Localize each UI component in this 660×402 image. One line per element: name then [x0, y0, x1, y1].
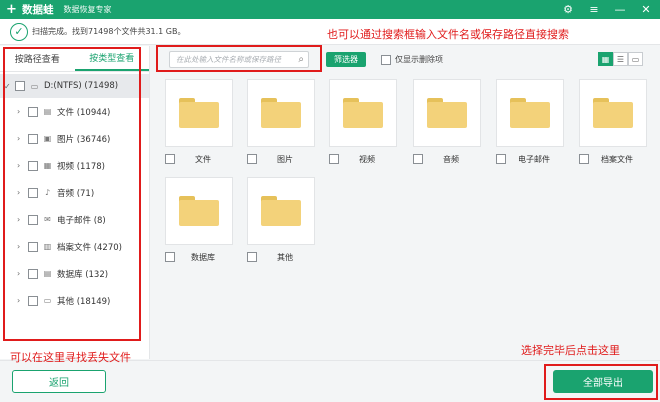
folder-icon: [343, 98, 383, 128]
annotation-search-hint: 也可以通过搜索框输入文件名或保存路径直接搜索: [327, 28, 569, 41]
folder-tile-documents[interactable]: 文件: [153, 79, 233, 165]
folder-thumbnail[interactable]: [247, 177, 315, 245]
only-deleted-toggle[interactable]: 仅显示删除项: [381, 54, 443, 65]
checkbox[interactable]: [381, 54, 391, 65]
title-bar: + 数据蛙 数据恢复专家 ⚙ ≡ — ✕: [0, 0, 660, 19]
app-name: 数据蛙: [22, 4, 54, 16]
annotation-export-hint: 选择完毕后点击这里: [521, 344, 620, 357]
window-controls: ⚙ ≡ — ✕: [562, 0, 652, 19]
folder-icon: [261, 196, 301, 226]
folder-icon: [510, 98, 550, 128]
folder-label: 其他: [277, 252, 293, 262]
folder-icon: [261, 98, 301, 128]
folder-tile-other[interactable]: 其他: [235, 177, 315, 263]
back-button[interactable]: 返回: [12, 370, 106, 393]
detail-view-icon[interactable]: ▭: [628, 52, 643, 66]
folder-label: 音频: [443, 154, 459, 164]
folder-label: 图片: [277, 154, 293, 164]
folder-label: 电子邮件: [518, 154, 550, 164]
folder-tile-database[interactable]: 数据库: [153, 177, 233, 263]
checkbox[interactable]: [247, 154, 257, 164]
folder-thumbnail[interactable]: [496, 79, 564, 147]
annotation-left-hint: 可以在这里寻找丢失文件: [10, 351, 131, 364]
list-view-icon[interactable]: ☰: [613, 52, 628, 66]
folder-tile-audio[interactable]: 音频: [401, 79, 481, 165]
folder-tile-archives[interactable]: 档案文件: [567, 79, 647, 165]
app-subtitle: 数据恢复专家: [63, 5, 112, 14]
folder-label: 文件: [195, 154, 211, 164]
folder-icon: [179, 196, 219, 226]
folder-thumbnail[interactable]: [579, 79, 647, 147]
app-logo: + 数据蛙 数据恢复专家: [4, 2, 112, 17]
annotation-box-export: [544, 364, 658, 400]
grid-view-icon[interactable]: ▦: [598, 52, 613, 66]
annotation-box-search: [156, 45, 322, 72]
folder-thumbnail[interactable]: [165, 177, 233, 245]
close-icon[interactable]: ✕: [640, 4, 652, 15]
folder-icon: [427, 98, 467, 128]
checkbox[interactable]: [496, 154, 506, 164]
settings-icon[interactable]: ⚙: [562, 4, 574, 15]
folder-icon: [179, 98, 219, 128]
check-circle-icon: ✓: [10, 22, 28, 41]
logo-icon: +: [6, 2, 17, 17]
checkbox[interactable]: [165, 252, 175, 262]
filter-button[interactable]: 筛选器: [326, 52, 366, 67]
folder-tile-videos[interactable]: 视频: [317, 79, 397, 165]
folder-tile-images[interactable]: 图片: [235, 79, 315, 165]
checkbox[interactable]: [413, 154, 423, 164]
folder-thumbnail[interactable]: [247, 79, 315, 147]
scan-status: 扫描完成。找到71498个文件共31.1 GB。: [32, 27, 186, 36]
folder-thumbnail[interactable]: [413, 79, 481, 147]
checkbox[interactable]: [165, 154, 175, 164]
checkbox[interactable]: [579, 154, 589, 164]
checkbox[interactable]: [247, 252, 257, 262]
folder-label: 视频: [359, 154, 375, 164]
folder-thumbnail[interactable]: [165, 79, 233, 147]
folder-label: 数据库: [191, 252, 215, 262]
folder-label: 档案文件: [601, 154, 633, 164]
folder-thumbnail[interactable]: [329, 79, 397, 147]
menu-icon[interactable]: ≡: [588, 4, 600, 15]
annotation-box-left-panel: [3, 47, 141, 341]
folder-icon: [593, 98, 633, 128]
only-deleted-label: 仅显示删除项: [395, 55, 443, 64]
folder-tile-email[interactable]: 电子邮件: [484, 79, 564, 165]
minimize-icon[interactable]: —: [614, 4, 626, 15]
checkbox[interactable]: [329, 154, 339, 164]
view-mode-switch: ▦ ☰ ▭: [598, 52, 643, 66]
